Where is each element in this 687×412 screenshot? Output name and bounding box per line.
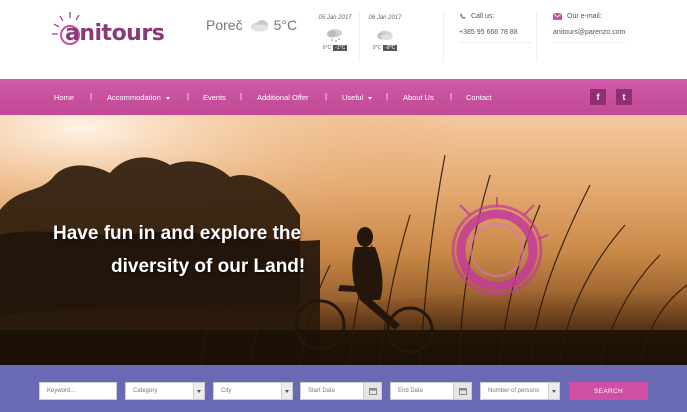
nav-separator: | [325, 92, 328, 101]
forecast-low: -8°C [383, 45, 398, 51]
twitter-icon[interactable]: t [616, 89, 632, 105]
hero-headline-line-2: diversity of our Land! [111, 256, 306, 277]
nav-item-events[interactable]: Events [203, 93, 226, 102]
calendar-icon[interactable] [453, 383, 471, 399]
hero-headline-line-1: Have fun in and explore the [53, 223, 302, 244]
nav-separator: | [450, 92, 453, 101]
start-date-placeholder: Start Date [308, 388, 336, 394]
search-bar: Keyword... Category City Start Date End … [0, 365, 687, 412]
site-header: anitours Poreč 5°C 05 Jan 2017 6°C -1°C … [0, 0, 687, 79]
current-weather: Poreč 5°C [206, 17, 297, 33]
main-nav: Home | Accommodation | Events | Addition… [0, 79, 687, 115]
chevron-down-icon [165, 96, 170, 100]
email-label: Our e-mail: [567, 13, 602, 20]
keyword-placeholder: Keyword... [47, 388, 76, 394]
city-select[interactable]: City [213, 382, 293, 400]
cloud-icon [377, 30, 393, 40]
end-date-input[interactable]: End Date [390, 382, 472, 400]
logo-text: anitours [65, 21, 165, 46]
forecast-date: 05 Jan 2017 [318, 15, 352, 21]
forecast-high: 0°C [372, 45, 382, 51]
envelope-icon [553, 13, 562, 20]
phone-contact: Call us: +385 95 666 78 88 [459, 13, 531, 43]
divider [443, 12, 444, 62]
email-contact: Our e-mail: anitours@parenzo.com [553, 13, 625, 43]
keyword-input[interactable]: Keyword... [39, 382, 117, 400]
chevron-down-icon [548, 383, 559, 399]
snow-cloud-icon [327, 29, 342, 42]
start-date-input[interactable]: Start Date [300, 382, 382, 400]
nav-item-home[interactable]: Home [54, 93, 74, 102]
category-value: Category [133, 388, 158, 394]
end-date-placeholder: End Date [398, 388, 424, 394]
weather-city: Poreč [206, 17, 243, 33]
nav-separator: | [386, 92, 389, 101]
divider [553, 42, 625, 43]
forecast-day-2: 06 Jan 2017 0°C -8°C [360, 15, 410, 51]
divider [459, 42, 531, 43]
weather-temperature: 5°C [273, 17, 298, 33]
chevron-down-icon [368, 96, 373, 100]
nav-item-contact[interactable]: Contact [466, 93, 492, 102]
email-address[interactable]: anitours@parenzo.com [553, 29, 625, 36]
calendar-icon[interactable] [363, 383, 381, 399]
chevron-down-icon [193, 383, 204, 399]
nav-separator: | [240, 92, 243, 101]
category-select[interactable]: Category [125, 382, 205, 400]
nav-item-useful[interactable]: Useful [342, 93, 373, 102]
phone-icon [460, 13, 466, 19]
nav-item-accommodation[interactable]: Accommodation [107, 93, 170, 102]
chevron-down-icon [281, 383, 292, 399]
nav-separator: | [187, 92, 190, 101]
nav-item-about-us[interactable]: About Us [403, 93, 434, 102]
phone-label: Call us: [471, 13, 495, 20]
search-button[interactable]: SEARCH [569, 382, 648, 400]
logo[interactable]: anitours [48, 8, 165, 50]
city-value: City [221, 388, 232, 394]
nav-separator: | [90, 92, 93, 101]
persons-select[interactable]: Number of persons [480, 382, 560, 400]
facebook-icon[interactable]: f [590, 89, 606, 105]
forecast-low: -1°C [333, 45, 348, 51]
cloud-icon [250, 20, 268, 32]
forecast-day-1: 05 Jan 2017 6°C -1°C [310, 15, 360, 51]
persons-value: Number of persons [488, 388, 540, 394]
hero-banner: Have fun in and explore the diversity of… [0, 115, 687, 365]
nav-item-additional-offer[interactable]: Additional Offer [257, 93, 309, 102]
divider [536, 12, 537, 62]
forecast-date: 06 Jan 2017 [368, 15, 402, 21]
forecast-high: 6°C [322, 45, 332, 51]
phone-number[interactable]: +385 95 666 78 88 [459, 29, 531, 36]
